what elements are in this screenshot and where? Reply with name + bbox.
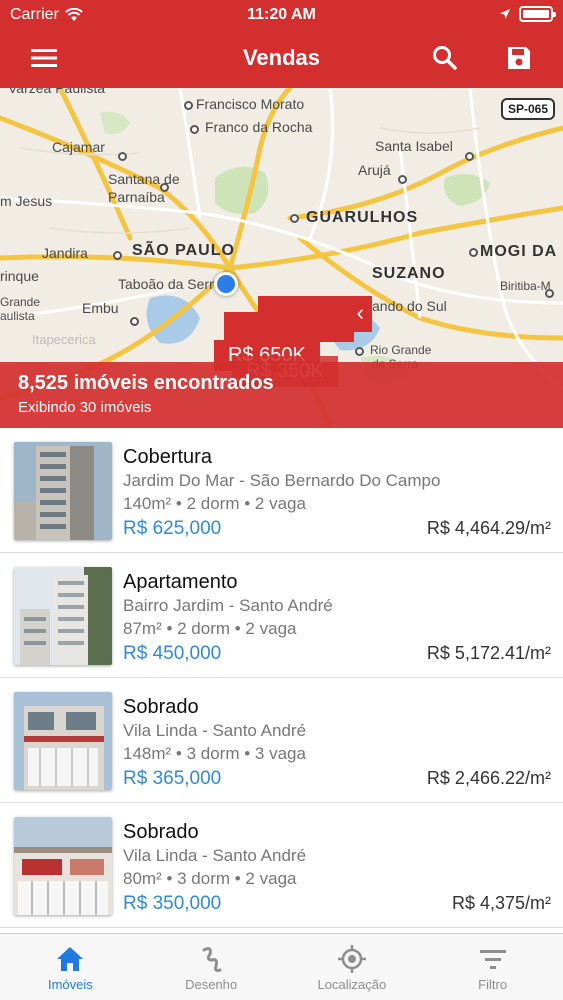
listing-price: R$ 350,000 — [123, 893, 222, 914]
property-photo — [14, 817, 112, 915]
listing-location: Bairro Jardim - Santo André — [123, 596, 333, 615]
listing-price-per-m2: R$ 5,172.41/m² — [426, 643, 551, 663]
map-label-franco-da-rocha: Franco da Rocha — [205, 119, 313, 135]
search-icon — [433, 46, 457, 70]
listing-price: R$ 625,000 — [123, 518, 222, 539]
tab-localizacao[interactable]: Localização — [282, 934, 423, 1000]
status-bar: Carrier 11:20 AM — [0, 0, 563, 30]
top-bar: Carrier 11:20 AM Vendas — [0, 0, 563, 88]
user-location-icon — [214, 272, 238, 296]
map-label-suzano: SUZANO — [372, 265, 446, 282]
property-photo — [14, 567, 112, 665]
map-dot — [184, 101, 193, 110]
map-dot — [355, 347, 364, 356]
listing-price-per-m2: R$ 2,466.22/m² — [426, 768, 551, 788]
listing-title: Apartamento — [123, 571, 238, 593]
property-photo — [14, 442, 112, 540]
listing-price: R$ 450,000 — [123, 643, 222, 664]
filter-icon — [479, 950, 506, 969]
listing-location: Vila Linda - Santo André — [123, 846, 307, 865]
listing-price-per-m2: R$ 4,464.29/m² — [426, 518, 551, 538]
map-dot — [118, 152, 127, 161]
map-label-varzea: Varzea Paulista — [8, 88, 106, 96]
map-label-itapecerica: Itapecerica — [32, 332, 96, 347]
status-right — [499, 6, 556, 22]
listing-location: Jardim Do Mar - São Bernardo Do Campo — [123, 471, 441, 490]
map-label-parnaiba: Parnaíba — [108, 189, 165, 205]
clock: 11:20 AM — [247, 6, 316, 23]
map-dot — [190, 125, 199, 134]
map-dot — [465, 152, 474, 161]
save-icon — [508, 47, 530, 69]
map-label-taboao: Taboão da Serra — [118, 276, 222, 292]
location-arrow-icon — [500, 9, 510, 19]
tab-label: Localização — [317, 977, 387, 992]
listing-price-per-m2: R$ 4,375/m² — [451, 893, 551, 913]
map-view[interactable]: Varzea Paulista Francisco Morato Franco … — [0, 88, 563, 428]
map-label-guarulhos: GUARULHOS — [306, 209, 419, 226]
map-label-santa-isabel: Santa Isabel — [375, 138, 453, 154]
property-photo — [14, 692, 112, 790]
listing-item[interactable]: Sobrado Vila Linda - Santo André 80m² • … — [0, 803, 563, 928]
map-dot — [130, 317, 139, 326]
listing-specs: 140m² • 2 dorm • 2 vaga — [123, 494, 306, 513]
map-label-ando-do-sul: ando do Sul — [372, 298, 447, 314]
listing-specs: 80m² • 3 dorm • 2 vaga — [123, 869, 297, 888]
map-dot — [113, 251, 122, 260]
map-label-aruja: Arujá — [358, 162, 391, 178]
listing-list[interactable]: Cobertura Jardim Do Mar - São Bernardo D… — [0, 428, 563, 933]
map-dot — [160, 183, 169, 192]
listing-title: Sobrado — [123, 696, 199, 718]
save-button[interactable] — [503, 42, 535, 74]
results-count: 8,525 imóveis encontrados — [18, 372, 274, 394]
map-label-grande: Grande — [0, 295, 41, 309]
results-banner: 8,525 imóveis encontrados Exibindo 30 im… — [0, 362, 563, 428]
page-title: Vendas — [242, 45, 321, 70]
tab-label: Desenho — [185, 977, 238, 992]
listing-price: R$ 365,000 — [123, 768, 222, 789]
highway-badge: SP-065 — [500, 98, 555, 120]
draw-icon — [202, 947, 222, 972]
map-dot — [398, 175, 407, 184]
map-label-jandira: Jandira — [42, 245, 88, 261]
map-label-francisco-morato: Francisco Morato — [196, 96, 305, 112]
listing-title: Sobrado — [123, 821, 199, 843]
battery-icon — [519, 6, 556, 22]
map-label-santana: Santana de — [108, 171, 180, 187]
map-dot — [290, 214, 299, 223]
results-showing: Exibindo 30 imóveis — [18, 399, 152, 416]
map-label-cajamar: Cajamar — [52, 139, 105, 155]
tab-bar: Imóveis Desenho Localização Filtro — [0, 933, 563, 1000]
tab-desenho[interactable]: Desenho — [141, 934, 282, 1000]
listing-location: Vila Linda - Santo André — [123, 721, 307, 740]
home-icon — [57, 947, 84, 971]
map-label-embu: Embu — [82, 300, 119, 316]
map-label-biritiba: Biritiba-M — [500, 279, 551, 293]
tab-label: Imóveis — [47, 977, 93, 992]
listing-title: Cobertura — [123, 446, 212, 468]
listing-specs: 87m² • 2 dorm • 2 vaga — [123, 619, 297, 638]
tab-imoveis[interactable]: Imóveis — [0, 934, 141, 1000]
map-dot — [545, 289, 554, 298]
tab-filtro[interactable]: Filtro — [422, 934, 563, 1000]
map-label-sao-paulo: SÃO PAULO — [132, 242, 235, 259]
listing-item[interactable]: Cobertura Jardim Do Mar - São Bernardo D… — [0, 428, 563, 553]
chevron-left-icon: ‹ — [356, 300, 364, 325]
location-target-icon — [337, 945, 366, 973]
map-label-rio-grande: Rio Grande — [370, 343, 432, 357]
map-label-mogi: MOGI DA — [480, 243, 558, 260]
tab-label: Filtro — [478, 977, 508, 992]
listing-specs: 148m² • 3 dorm • 3 vaga — [123, 744, 306, 763]
map-label-rinque: rinque — [0, 268, 39, 284]
map-label-aulista: aulista — [0, 309, 35, 323]
map-marker-blank[interactable] — [224, 312, 354, 342]
listing-item[interactable]: Sobrado Vila Linda - Santo André 148m² •… — [0, 678, 563, 803]
listing-item[interactable]: Apartamento Bairro Jardim - Santo André … — [0, 553, 563, 678]
map-dot — [469, 248, 478, 257]
search-button[interactable] — [429, 42, 461, 74]
map-label-jesus: m Jesus — [0, 193, 53, 209]
nav-bar: Vendas — [0, 30, 563, 88]
